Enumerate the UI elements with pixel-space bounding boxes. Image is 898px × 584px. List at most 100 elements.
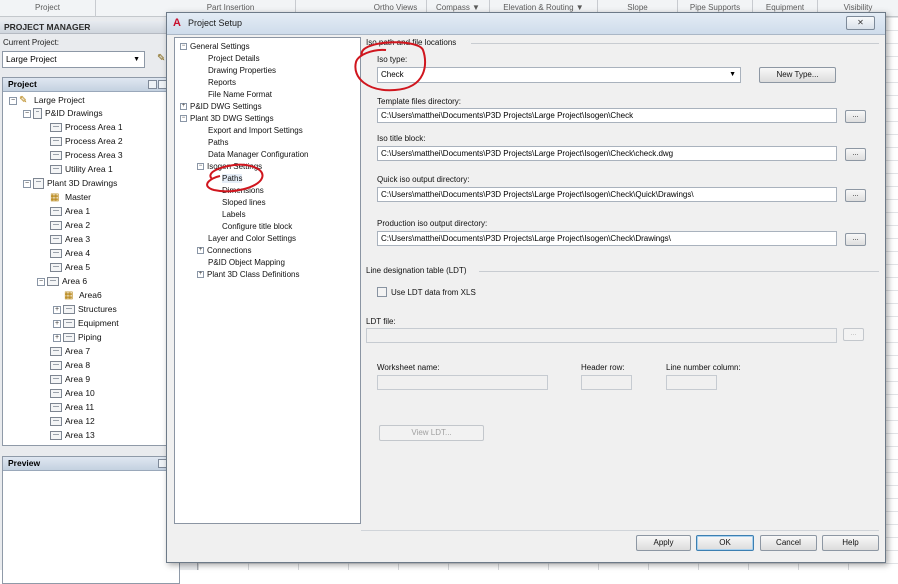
nav-plant-3d-class-definitions[interactable]: + Plant 3D Class Definitions bbox=[197, 269, 299, 281]
details-view-icon[interactable] bbox=[148, 80, 157, 89]
line-number-column-label: Line number column: bbox=[666, 363, 741, 372]
tree-item-area-1[interactable]: Area 1 bbox=[50, 205, 90, 218]
nav-drawing-properties[interactable]: Drawing Properties bbox=[208, 65, 276, 77]
nav-isogen-settings[interactable]: − Isogen Settings bbox=[197, 161, 262, 173]
folder-icon bbox=[33, 108, 42, 120]
collapse-icon[interactable]: − bbox=[197, 163, 204, 171]
nav-dimensions[interactable]: Dimensions bbox=[222, 185, 264, 197]
worksheet-name-label: Worksheet name: bbox=[377, 363, 440, 372]
nav-paths[interactable]: Paths bbox=[208, 137, 228, 149]
tree-item-process-area-3[interactable]: Process Area 3 bbox=[50, 149, 123, 162]
iso-type-select[interactable]: Check ▼ bbox=[377, 67, 741, 83]
nav-layer-color-settings[interactable]: Layer and Color Settings bbox=[208, 233, 296, 245]
tree-item-equipment[interactable]: + Equipment bbox=[53, 317, 119, 330]
use-ldt-checkbox[interactable] bbox=[377, 287, 387, 297]
drawing-icon bbox=[50, 361, 62, 371]
nav-isogen-paths[interactable]: Paths bbox=[222, 173, 243, 185]
folder-icon bbox=[63, 333, 75, 343]
nav-pid-object-mapping[interactable]: P&ID Object Mapping bbox=[208, 257, 285, 269]
collapse-icon[interactable]: − bbox=[23, 179, 31, 188]
template-dir-browse-button[interactable]: ... bbox=[845, 110, 866, 123]
drawing-icon bbox=[50, 375, 62, 385]
folder-icon bbox=[63, 305, 75, 315]
nav-plant-3d-dwg-settings[interactable]: − Plant 3D DWG Settings bbox=[180, 113, 274, 125]
expand-icon[interactable]: + bbox=[53, 319, 61, 328]
iso-group-label: Iso path and file locations bbox=[366, 38, 457, 47]
production-output-browse-button[interactable]: ... bbox=[845, 233, 866, 246]
nav-connections[interactable]: + Connections bbox=[197, 245, 251, 257]
collapse-icon[interactable]: − bbox=[180, 43, 187, 51]
nav-configure-title-block[interactable]: Configure title block bbox=[222, 221, 292, 233]
title-block-browse-button[interactable]: ... bbox=[845, 148, 866, 161]
current-project-select[interactable]: Large Project ▼ bbox=[2, 51, 145, 68]
tree-item-area-2[interactable]: Area 2 bbox=[50, 219, 90, 232]
nav-file-name-format[interactable]: File Name Format bbox=[208, 89, 272, 101]
current-project-label: Current Project: bbox=[3, 38, 60, 47]
master-drawing-icon: ▦ bbox=[50, 191, 60, 203]
dialog-title: Project Setup bbox=[188, 18, 243, 28]
tree-item-area-7[interactable]: Area 7 bbox=[50, 345, 90, 358]
tree-item-area-5[interactable]: Area 5 bbox=[50, 261, 90, 274]
tree-item-area-13[interactable]: Area 13 bbox=[50, 429, 95, 442]
drawing-icon bbox=[50, 151, 62, 161]
tree-item-area-6[interactable]: − Area 6 bbox=[37, 275, 87, 288]
tree-item-area-4[interactable]: Area 4 bbox=[50, 247, 90, 260]
nav-reports[interactable]: Reports bbox=[208, 77, 236, 89]
tree-item-area-9[interactable]: Area 9 bbox=[50, 373, 90, 386]
ribbon-panel-project[interactable]: Project bbox=[0, 0, 96, 17]
tree-item-area-10[interactable]: Area 10 bbox=[50, 387, 95, 400]
tree-item-master[interactable]: ▦ Master bbox=[50, 191, 91, 204]
ok-button[interactable]: OK bbox=[696, 535, 754, 551]
quick-output-input[interactable]: C:\Users\matthei\Documents\P3D Projects\… bbox=[377, 187, 837, 202]
nav-sloped-lines[interactable]: Sloped lines bbox=[222, 197, 266, 209]
tree-item-process-area-2[interactable]: Process Area 2 bbox=[50, 135, 123, 148]
tree-item-area-8[interactable]: Area 8 bbox=[50, 359, 90, 372]
nav-pid-dwg-settings[interactable]: + P&ID DWG Settings bbox=[180, 101, 262, 113]
expand-icon[interactable]: + bbox=[197, 271, 204, 279]
drawing-icon bbox=[50, 263, 62, 273]
expand-icon[interactable]: + bbox=[53, 305, 61, 314]
ldt-file-browse-button: ... bbox=[843, 328, 864, 341]
nav-labels[interactable]: Labels bbox=[222, 209, 246, 221]
line-number-column-input bbox=[666, 375, 717, 390]
cancel-button[interactable]: Cancel bbox=[760, 535, 817, 551]
tree-item-process-area-1[interactable]: Process Area 1 bbox=[50, 121, 123, 134]
nav-export-import-settings[interactable]: Export and Import Settings bbox=[208, 125, 303, 137]
production-output-input[interactable]: C:\Users\matthei\Documents\P3D Projects\… bbox=[377, 231, 837, 246]
expand-icon[interactable]: + bbox=[53, 333, 61, 342]
new-type-button[interactable]: New Type... bbox=[759, 67, 836, 83]
drawing-icon bbox=[50, 347, 62, 357]
nav-general-settings[interactable]: − General Settings bbox=[180, 41, 250, 53]
tree-item-area-3[interactable]: Area 3 bbox=[50, 233, 90, 246]
collapse-icon[interactable]: − bbox=[23, 109, 31, 118]
template-dir-input[interactable]: C:\Users\matthei\Documents\P3D Projects\… bbox=[377, 108, 837, 123]
chevron-down-icon: ▼ bbox=[729, 71, 736, 78]
dialog-titlebar[interactable]: A Project Setup ✕ bbox=[167, 13, 885, 35]
help-button[interactable]: Help bbox=[822, 535, 879, 551]
nav-data-manager-configuration[interactable]: Data Manager Configuration bbox=[208, 149, 309, 161]
tree-item-area-11[interactable]: Area 11 bbox=[50, 401, 94, 414]
nav-project-details[interactable]: Project Details bbox=[208, 53, 260, 65]
expand-icon[interactable]: + bbox=[197, 247, 204, 255]
drawing-icon bbox=[50, 249, 62, 259]
header-row-label: Header row: bbox=[581, 363, 625, 372]
tree-item-structures[interactable]: + Structures bbox=[53, 303, 117, 316]
tree-item-pid-drawings[interactable]: − P&ID Drawings bbox=[23, 107, 103, 120]
folder-icon bbox=[33, 178, 44, 190]
apply-button[interactable]: Apply bbox=[636, 535, 691, 551]
close-button[interactable]: ✕ bbox=[846, 16, 875, 30]
tree-item-utility-area-1[interactable]: Utility Area 1 bbox=[50, 163, 113, 176]
drawing-icon bbox=[50, 431, 62, 441]
quick-output-browse-button[interactable]: ... bbox=[845, 189, 866, 202]
collapse-icon[interactable]: − bbox=[9, 96, 17, 105]
collapse-icon[interactable]: − bbox=[180, 115, 187, 123]
title-block-input[interactable]: C:\Users\matthei\Documents\P3D Projects\… bbox=[377, 146, 837, 161]
expand-icon[interactable]: + bbox=[180, 103, 187, 111]
collapse-icon[interactable]: − bbox=[37, 277, 45, 286]
tree-item-area6-master[interactable]: ▦ Area6 bbox=[64, 289, 102, 302]
tree-item-large-project[interactable]: − ✎ Large Project bbox=[9, 94, 85, 107]
tree-item-plant-3d-drawings[interactable]: − Plant 3D Drawings bbox=[23, 177, 117, 190]
isogen-paths-pane: Iso path and file locations Iso type: Ch… bbox=[361, 35, 885, 530]
tree-item-piping[interactable]: + Piping bbox=[53, 331, 102, 344]
tree-item-area-12[interactable]: Area 12 bbox=[50, 415, 95, 428]
